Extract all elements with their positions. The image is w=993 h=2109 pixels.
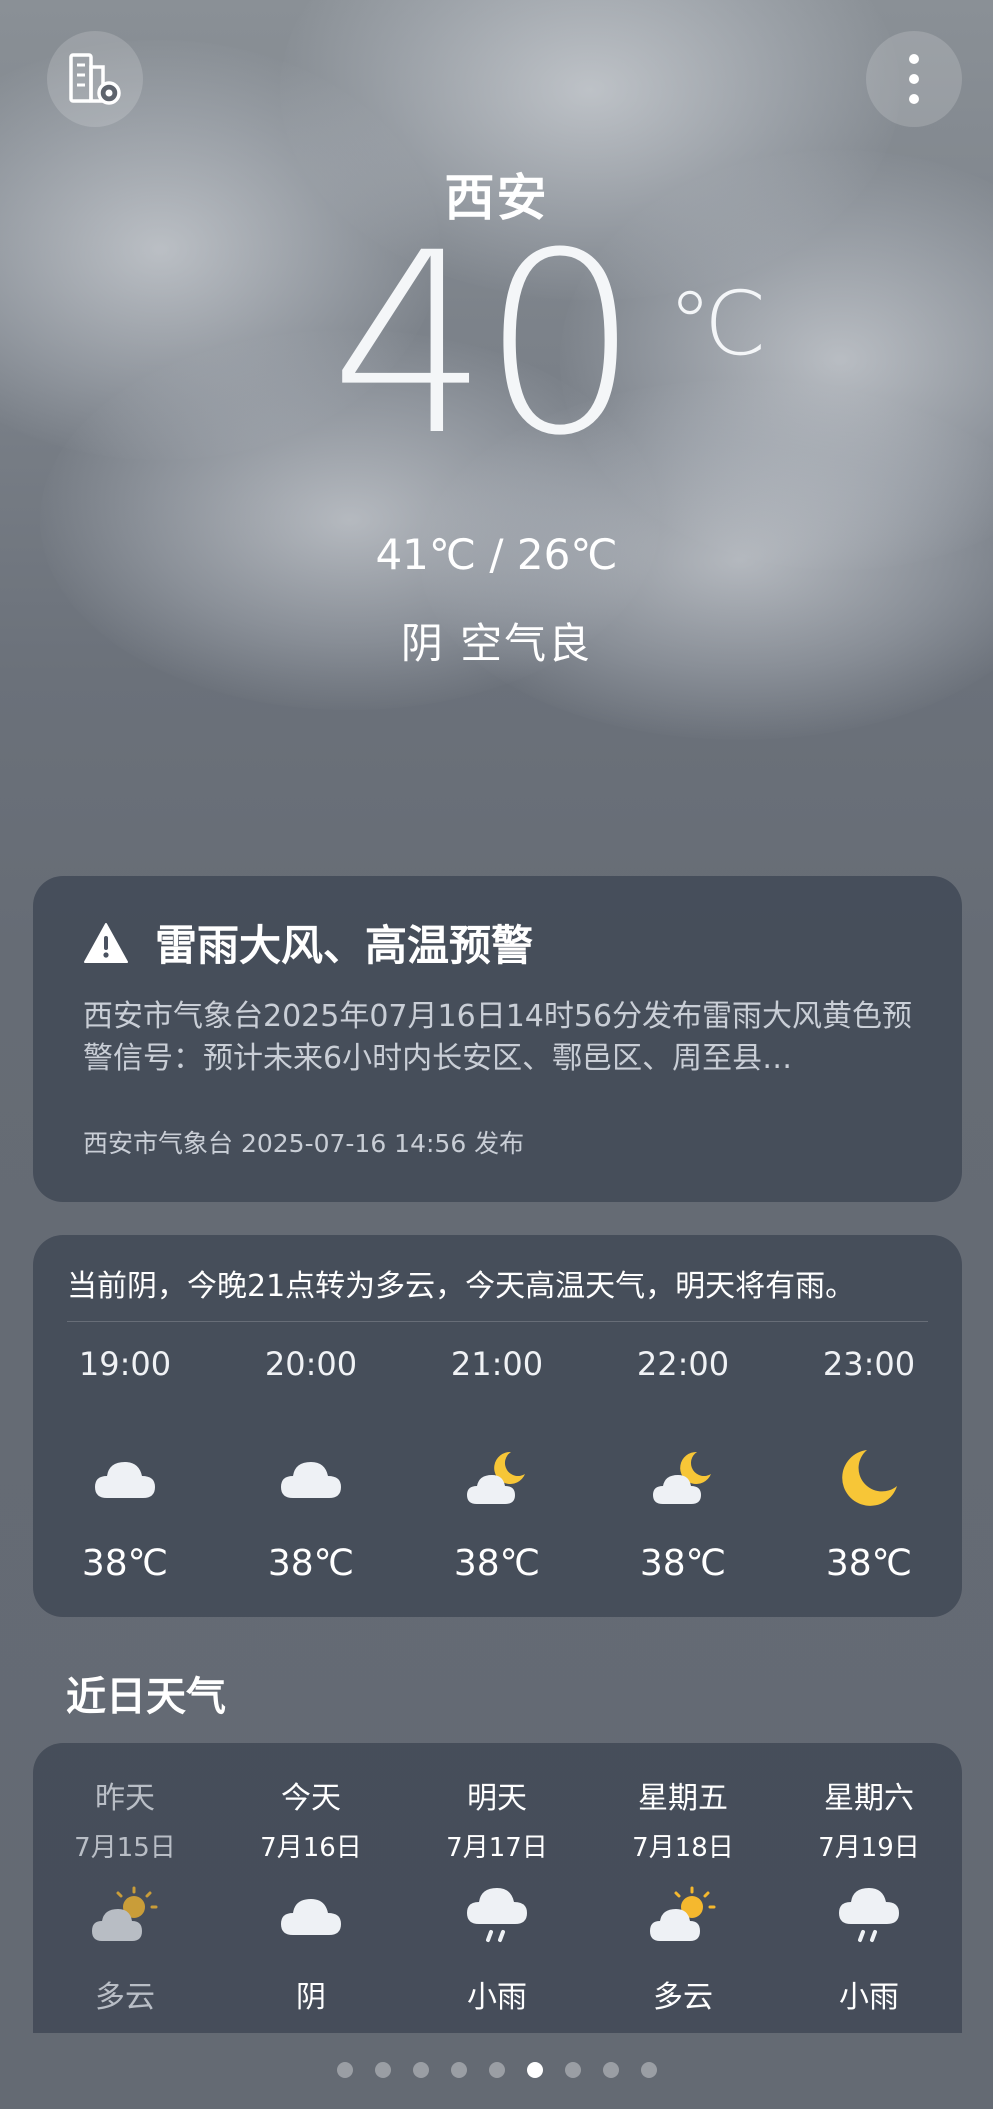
day-date: 7月17日	[446, 1833, 548, 1863]
day-name: 昨天	[95, 1781, 155, 1816]
page-dot[interactable]	[450, 2062, 467, 2078]
moon-icon	[799, 1443, 939, 1513]
page-dot[interactable]	[640, 2062, 657, 2078]
day-date: 7月16日	[260, 1833, 362, 1863]
alert-body: 西安市气象台2025年07月16日14时56分发布雷雨大风黄色预警信号：预计未来…	[83, 999, 913, 1076]
cloudy-icon	[241, 1443, 381, 1513]
temperature-value: 40	[330, 199, 640, 490]
daily-forecast-card[interactable]: 昨天 7月15日 多云 今天 7月16日 阴 明天 7月17日 小雨 星期五 7…	[33, 1743, 962, 2033]
light-rain-icon	[799, 1880, 939, 1950]
hourly-forecast-card[interactable]: 当前阴，今晚21点转为多云，今天高温天气，明天将有雨。 19:00 38℃ 20…	[33, 1235, 962, 1617]
hour-temperature: 38℃	[639, 1543, 727, 1584]
hourly-item: 23:00 38℃	[799, 1345, 939, 1584]
hour-temperature: 38℃	[825, 1543, 913, 1584]
daily-forecast-title: 近日天气	[66, 1674, 226, 1720]
current-temperature: 40 ℃	[0, 220, 993, 510]
daily-item: 明天 7月17日 小雨	[427, 1773, 567, 2016]
page-dot[interactable]	[602, 2062, 619, 2078]
hour-time: 20:00	[264, 1345, 358, 1383]
day-condition: 小雨	[839, 1980, 899, 2015]
daily-item: 星期五 7月18日 多云	[613, 1773, 753, 2016]
hourly-item: 21:00 38℃	[427, 1345, 567, 1584]
page-dot[interactable]	[374, 2062, 391, 2078]
hour-temperature: 38℃	[453, 1543, 541, 1584]
hour-time: 19:00	[78, 1345, 172, 1383]
day-name: 明天	[467, 1781, 527, 1816]
alert-title-row: 雷雨大风、高温预警	[83, 912, 533, 973]
hourly-item: 19:00 38℃	[55, 1345, 195, 1584]
day-name: 星期六	[824, 1781, 914, 1816]
day-date: 7月15日	[74, 1833, 176, 1863]
partly-cloudy-icon	[613, 1880, 753, 1950]
day-condition: 多云	[95, 1980, 155, 2015]
city-settings-icon	[69, 53, 121, 105]
more-options-button[interactable]	[866, 31, 962, 127]
alert-source: 西安市气象台 2025-07-16 14:56 发布	[83, 1129, 525, 1158]
hour-temperature: 38℃	[81, 1543, 169, 1584]
high-low-temperature: 41℃ / 26℃	[375, 530, 618, 579]
daily-item: 星期六 7月19日 小雨	[799, 1773, 939, 2016]
hour-time: 23:00	[822, 1345, 916, 1383]
page-dot[interactable]	[564, 2062, 581, 2078]
day-date: 7月18日	[632, 1833, 734, 1863]
page-dot[interactable]	[488, 2062, 505, 2078]
temperature-unit: ℃	[668, 272, 767, 375]
hour-temperature: 38℃	[267, 1543, 355, 1584]
page-indicator[interactable]	[0, 2062, 993, 2078]
hour-time: 21:00	[450, 1345, 544, 1383]
day-condition: 小雨	[467, 1980, 527, 2015]
city-management-button[interactable]	[47, 31, 143, 127]
hourly-item: 20:00 38℃	[241, 1345, 381, 1584]
page-dot[interactable]	[336, 2062, 353, 2078]
day-condition: 阴	[296, 1980, 326, 2015]
hourly-item: 22:00 38℃	[613, 1345, 753, 1584]
page-dot[interactable]	[412, 2062, 429, 2078]
partly-cloudy-night-icon	[427, 1443, 567, 1513]
light-rain-icon	[427, 1880, 567, 1950]
day-date: 7月19日	[818, 1833, 920, 1863]
hour-time: 22:00	[636, 1345, 730, 1383]
page-dot-active[interactable]	[526, 2062, 543, 2078]
weather-condition: 阴 空气良	[400, 619, 593, 668]
weather-alert-card[interactable]: 雷雨大风、高温预警 西安市气象台2025年07月16日14时56分发布雷雨大风黄…	[33, 876, 962, 1202]
day-name: 今天	[281, 1781, 341, 1816]
warning-icon	[84, 922, 128, 963]
forecast-summary: 当前阴，今晚21点转为多云，今天高温天气，明天将有雨。	[67, 1269, 856, 1304]
daily-item: 昨天 7月15日 多云	[55, 1773, 195, 2016]
cloudy-icon	[241, 1880, 381, 1950]
daily-item: 今天 7月16日 阴	[241, 1773, 381, 2016]
cloudy-icon	[55, 1443, 195, 1513]
divider	[67, 1321, 928, 1322]
alert-title: 雷雨大风、高温预警	[155, 921, 534, 970]
partly-cloudy-icon	[55, 1880, 195, 1950]
partly-cloudy-night-icon	[613, 1443, 753, 1513]
day-name: 星期五	[638, 1781, 728, 1816]
day-condition: 多云	[653, 1980, 713, 2015]
more-vertical-icon	[909, 54, 919, 104]
